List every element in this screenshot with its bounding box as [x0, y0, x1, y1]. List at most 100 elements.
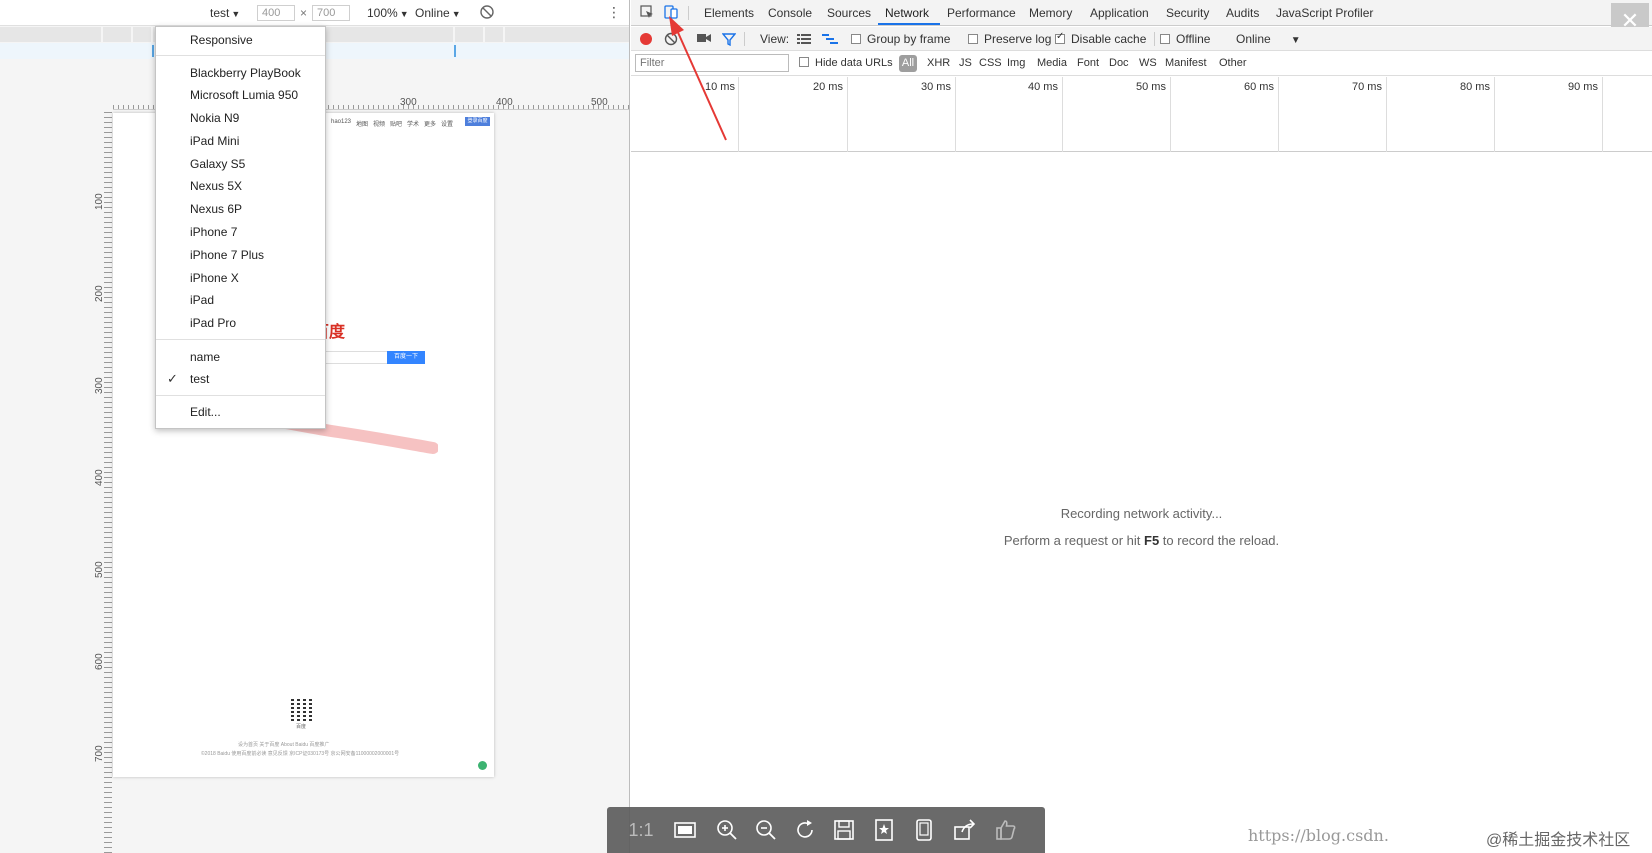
filter-icon[interactable] — [721, 32, 737, 49]
shield-icon — [478, 761, 487, 770]
ruler-label: 500 — [591, 97, 608, 108]
nav-link[interactable]: 地图 — [356, 119, 368, 128]
menu-item-device[interactable]: Blackberry PlayBook — [190, 66, 301, 80]
login-button[interactable]: 登录百度 — [465, 117, 490, 126]
filter-type-img[interactable]: Img — [1007, 57, 1025, 69]
filter-type-css[interactable]: CSS — [979, 57, 1002, 69]
menu-item-device[interactable]: Microsoft Lumia 950 — [190, 88, 298, 102]
hide-data-urls-checkbox[interactable]: Hide data URLs — [799, 57, 893, 69]
menu-item-device[interactable]: Nexus 6P — [190, 202, 242, 216]
filter-type-other[interactable]: Other — [1219, 57, 1247, 69]
nav-link[interactable]: 设置 — [441, 119, 453, 128]
ruler-label: 100 — [94, 193, 105, 210]
menu-item-device[interactable]: iPad Mini — [190, 134, 239, 148]
filter-type-js[interactable]: JS — [959, 57, 972, 69]
filter-type-ws[interactable]: WS — [1139, 57, 1157, 69]
record-icon[interactable] — [639, 32, 653, 49]
throttle-select[interactable]: Online ▼ — [415, 6, 461, 20]
check-icon: ✓ — [167, 371, 178, 386]
footer-links[interactable]: 设为首页 关于百度 About Baidu 百度推广 — [238, 741, 329, 748]
tab-application[interactable]: Application — [1090, 6, 1149, 20]
tab-network[interactable]: Network — [885, 6, 929, 20]
recording-status-message: Recording network activity... — [1060, 506, 1223, 521]
fit-window-icon[interactable] — [673, 818, 697, 842]
watermark-text: @稀土掘金技术社区 — [1486, 832, 1631, 849]
menu-item-edit[interactable]: Edit... — [190, 405, 221, 419]
footer-copyright: ©2018 Baidu 使用百度前必读 意见反馈 京ICP证030173号 京公… — [201, 751, 400, 757]
toggle-device-toolbar-icon[interactable] — [664, 4, 678, 23]
nav-link[interactable]: 视频 — [373, 119, 385, 128]
filter-type-all[interactable]: All — [899, 55, 917, 72]
tab-elements[interactable]: Elements — [704, 6, 754, 20]
throttling-select[interactable]: Online ▼ — [1236, 32, 1301, 46]
device-select[interactable]: test ▼ — [210, 6, 240, 20]
save-icon[interactable] — [832, 818, 856, 842]
timeline-tick-label: 20 ms — [813, 81, 843, 93]
menu-item-device[interactable]: iPad — [190, 293, 214, 307]
dimension-separator: × — [300, 6, 308, 20]
network-toolbar: View: Group by frame Preserve log Disabl… — [631, 27, 1652, 51]
more-options-icon[interactable]: ⋮ — [607, 4, 621, 21]
tab-console[interactable]: Console — [768, 6, 812, 20]
reload-hint-message: Perform a request or hit F5 to record th… — [1003, 533, 1280, 548]
left-ruler — [104, 112, 112, 853]
inspect-element-icon[interactable] — [640, 5, 654, 22]
clear-icon[interactable] — [664, 32, 678, 49]
height-input[interactable]: 700 — [312, 5, 350, 21]
zoom-select[interactable]: 100% ▼ — [367, 6, 409, 20]
device-dropdown-menu: Responsive Blackberry PlayBook Microsoft… — [155, 26, 326, 429]
ruler-label: 500 — [94, 561, 105, 578]
zoom-in-icon[interactable] — [715, 818, 739, 842]
timeline-tick-label: 60 ms — [1244, 81, 1274, 93]
menu-item-device[interactable]: iPad Pro — [190, 316, 236, 330]
menu-item-responsive[interactable]: Responsive — [190, 33, 253, 47]
rotate-icon[interactable] — [479, 4, 495, 23]
nav-link[interactable]: 学术 — [407, 119, 419, 128]
tab-performance[interactable]: Performance — [947, 6, 1016, 20]
nav-link[interactable]: hao123 — [331, 119, 351, 125]
page-search-button[interactable]: 百度一下 — [387, 351, 425, 364]
active-tab-indicator — [878, 23, 940, 25]
timeline-tick-label: 50 ms — [1136, 81, 1166, 93]
ruler-label: 400 — [94, 469, 105, 486]
tab-sources[interactable]: Sources — [827, 6, 871, 20]
network-overview-timeline[interactable]: 10 ms 20 ms 30 ms 40 ms 50 ms 60 ms 70 m… — [631, 77, 1652, 152]
menu-item-device[interactable]: iPhone 7 — [190, 225, 237, 239]
filter-input[interactable] — [635, 54, 789, 72]
camera-icon[interactable] — [697, 32, 711, 47]
menu-item-device[interactable]: iPhone X — [190, 271, 239, 285]
width-input[interactable]: 400 — [257, 5, 295, 21]
ruler-label: 700 — [94, 745, 105, 762]
group-by-frame-checkbox[interactable]: Group by frame — [851, 32, 950, 46]
tab-memory[interactable]: Memory — [1029, 6, 1072, 20]
waterfall-icon[interactable] — [822, 33, 838, 48]
large-rows-icon[interactable] — [797, 33, 811, 48]
tablet-icon[interactable] — [912, 818, 936, 842]
menu-item-device[interactable]: Nokia N9 — [190, 111, 239, 125]
filter-type-media[interactable]: Media — [1037, 57, 1067, 69]
menu-item-custom-selected[interactable]: test — [190, 372, 209, 386]
filter-type-doc[interactable]: Doc — [1109, 57, 1129, 69]
timeline-tick-label: 80 ms — [1460, 81, 1490, 93]
preserve-log-checkbox[interactable]: Preserve log — [968, 32, 1051, 46]
tab-audits[interactable]: Audits — [1226, 6, 1259, 20]
thumbs-up-icon[interactable] — [994, 818, 1018, 842]
disable-cache-checkbox[interactable]: Disable cache — [1055, 31, 1146, 46]
tab-security[interactable]: Security — [1166, 6, 1209, 20]
tab-javascript-profiler[interactable]: JavaScript Profiler — [1276, 6, 1373, 20]
actual-size-button[interactable]: 1:1 — [625, 818, 657, 842]
rotate-icon[interactable] — [793, 818, 817, 842]
menu-item-device[interactable]: Nexus 5X — [190, 179, 242, 193]
offline-checkbox[interactable]: Offline — [1160, 32, 1210, 46]
nav-link[interactable]: 更多 — [424, 119, 436, 128]
share-icon[interactable] — [952, 818, 976, 842]
nav-link[interactable]: 贴吧 — [390, 119, 402, 128]
menu-item-custom[interactable]: name — [190, 350, 220, 364]
menu-item-device[interactable]: Galaxy S5 — [190, 157, 245, 171]
filter-type-manifest[interactable]: Manifest — [1165, 57, 1207, 69]
filter-type-font[interactable]: Font — [1077, 57, 1099, 69]
menu-item-device[interactable]: iPhone 7 Plus — [190, 248, 264, 262]
filter-type-xhr[interactable]: XHR — [927, 57, 950, 69]
zoom-out-icon[interactable] — [754, 818, 778, 842]
bookmark-icon[interactable] — [872, 818, 896, 842]
